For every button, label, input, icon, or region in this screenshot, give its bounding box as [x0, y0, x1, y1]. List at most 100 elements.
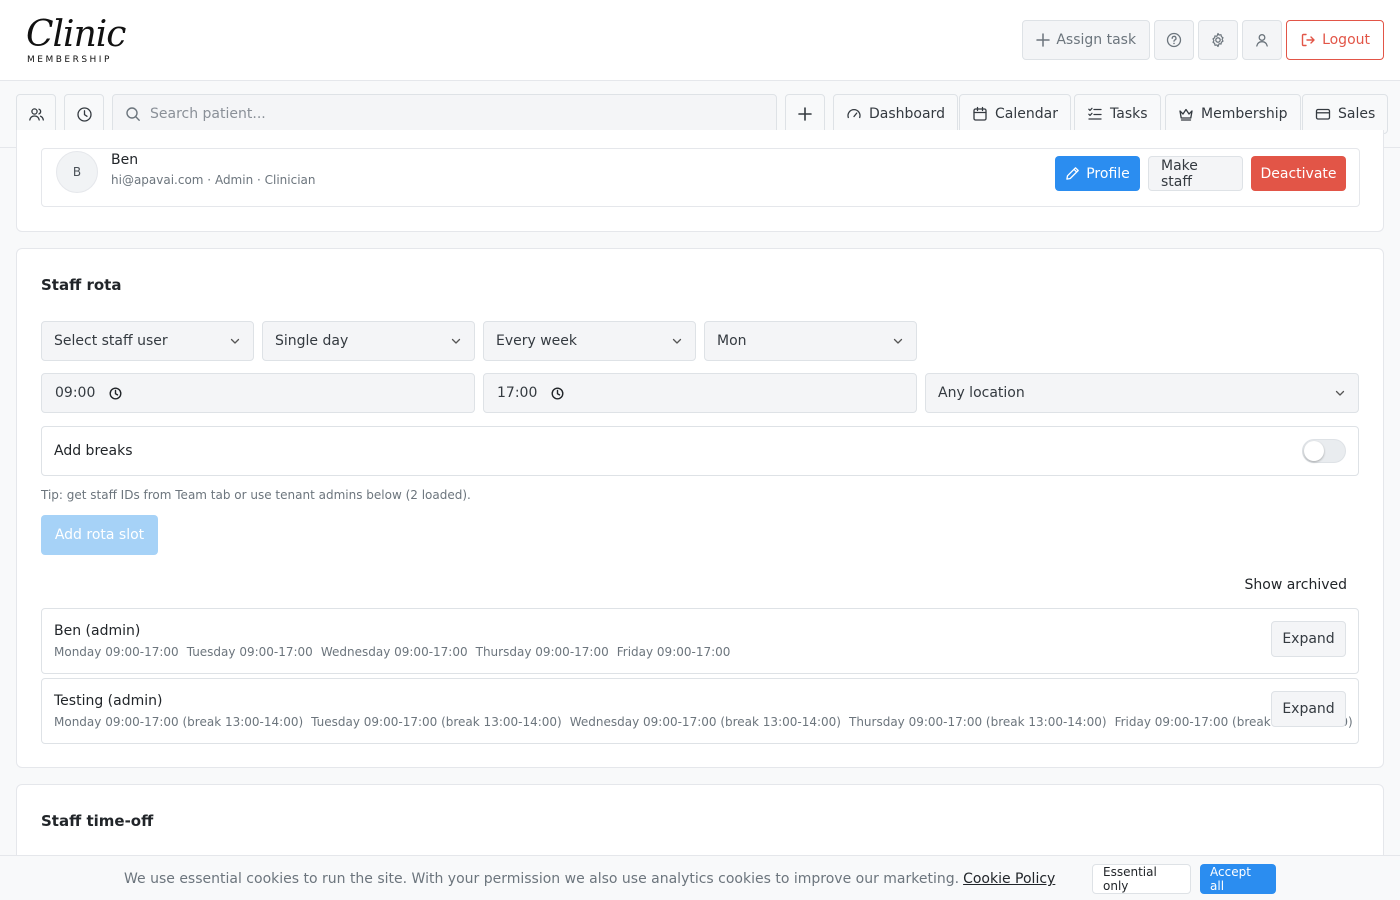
logo-subtitle: MEMBERSHIP — [27, 55, 112, 65]
user-name: Ben — [111, 152, 139, 168]
nav-tasks[interactable]: Tasks — [1074, 94, 1161, 134]
rota-slot: Friday 09:00-17:00 — [616, 645, 731, 659]
user-row: B Ben hi@apavai.com · Admin · Clinician … — [41, 148, 1360, 207]
rota-schedule: Monday 09:00-17:00 Tuesday 09:00-17:00 W… — [54, 645, 730, 659]
clinic-logo[interactable]: Clinic MEMBERSHIP — [18, 8, 131, 68]
staff-rota-title: Staff rota — [41, 276, 122, 294]
top-header: Clinic MEMBERSHIP Assign task Logout — [0, 0, 1400, 81]
nav-dashboard[interactable]: Dashboard — [833, 94, 958, 134]
gear-icon — [1210, 32, 1226, 48]
nav-tasks-label: Tasks — [1110, 106, 1148, 122]
clock-icon — [76, 106, 93, 123]
assign-task-button[interactable]: Assign task — [1022, 20, 1151, 60]
help-button[interactable] — [1154, 20, 1195, 60]
history-button[interactable] — [64, 94, 104, 134]
make-staff-button[interactable]: Make staff — [1148, 156, 1243, 191]
profile-button[interactable]: Profile — [1055, 156, 1140, 191]
start-time-value: 09:00 — [55, 385, 96, 401]
calendar-icon — [972, 106, 988, 122]
deactivate-button[interactable]: Deactivate — [1251, 156, 1346, 191]
expand-button[interactable]: Expand — [1271, 621, 1346, 657]
end-time-value: 17:00 — [497, 385, 538, 401]
add-breaks-label: Add breaks — [54, 443, 133, 459]
chevron-down-icon — [671, 335, 683, 347]
nav-membership-label: Membership — [1201, 106, 1288, 122]
users-icon — [28, 106, 45, 123]
nav-dashboard-label: Dashboard — [869, 106, 945, 122]
rota-slot: Monday 09:00-17:00 — [54, 645, 179, 659]
plus-icon — [798, 107, 812, 121]
nav-calendar[interactable]: Calendar — [959, 94, 1071, 134]
search-box — [112, 94, 777, 134]
cookie-message: We use essential cookies to run the site… — [124, 871, 960, 887]
pencil-icon — [1065, 166, 1080, 181]
tasks-icon — [1087, 106, 1103, 122]
chevron-down-icon — [892, 335, 904, 347]
rota-tip: Tip: get staff IDs from Team tab or use … — [41, 488, 471, 502]
weekday-select[interactable]: Mon — [704, 321, 917, 361]
repeat-select[interactable]: Every week — [483, 321, 696, 361]
clock-icon — [551, 386, 564, 400]
settings-button[interactable] — [1198, 20, 1239, 60]
rota-schedule: Monday 09:00-17:00 (break 13:00-14:00) T… — [54, 715, 1353, 729]
rota-slot: Tuesday 09:00-17:00 (break 13:00-14:00) — [311, 715, 562, 729]
avatar: B — [56, 151, 98, 193]
day-mode-select-value: Single day — [275, 333, 349, 349]
rota-slot: Tuesday 09:00-17:00 — [186, 645, 313, 659]
location-select-value: Any location — [938, 385, 1025, 401]
nav-membership[interactable]: Membership — [1165, 94, 1301, 134]
account-button[interactable] — [1242, 20, 1283, 60]
rota-staff-name: Testing (admin) — [54, 693, 163, 709]
add-breaks-row: Add breaks — [41, 426, 1359, 476]
rota-row: Ben (admin) Monday 09:00-17:00 Tuesday 0… — [41, 608, 1359, 674]
add-patient-button[interactable] — [785, 94, 825, 134]
rota-staff-name: Ben (admin) — [54, 623, 141, 639]
end-time-input[interactable]: 17:00 — [483, 373, 917, 413]
rota-slot: Wednesday 09:00-17:00 (break 13:00-14:00… — [569, 715, 841, 729]
start-time-input[interactable]: 09:00 — [41, 373, 475, 413]
accept-all-button[interactable]: Accept all — [1200, 864, 1276, 894]
chevron-down-icon — [450, 335, 462, 347]
logout-label: Logout — [1322, 32, 1370, 48]
chevron-down-icon — [1334, 387, 1346, 399]
plus-icon — [1036, 33, 1051, 47]
clock-icon — [109, 386, 122, 400]
assign-task-label: Assign task — [1056, 32, 1137, 48]
cookie-policy-link[interactable]: Cookie Policy — [963, 871, 1055, 887]
user-meta: hi@apavai.com · Admin · Clinician — [111, 173, 316, 187]
patients-button[interactable] — [16, 94, 56, 134]
gauge-icon — [846, 106, 862, 122]
header-actions: Assign task Logout — [1022, 20, 1384, 60]
cookie-banner: We use essential cookies to run the site… — [0, 855, 1400, 900]
location-select[interactable]: Any location — [925, 373, 1359, 413]
user-icon — [1254, 32, 1270, 48]
rota-row: Testing (admin) Monday 09:00-17:00 (brea… — [41, 678, 1359, 744]
logout-button[interactable]: Logout — [1286, 20, 1384, 60]
card-icon — [1315, 106, 1331, 122]
nav-sales-label: Sales — [1338, 106, 1376, 122]
logout-icon — [1300, 32, 1316, 48]
nav-calendar-label: Calendar — [995, 106, 1058, 122]
nav-sales[interactable]: Sales — [1302, 94, 1389, 134]
day-mode-select[interactable]: Single day — [262, 321, 475, 361]
repeat-select-value: Every week — [496, 333, 578, 349]
staff-user-select[interactable]: Select staff user — [41, 321, 254, 361]
add-breaks-toggle[interactable] — [1302, 439, 1346, 463]
crown-icon — [1178, 106, 1194, 122]
rota-slot: Wednesday 09:00-17:00 — [320, 645, 468, 659]
search-icon — [125, 106, 141, 122]
rota-slot: Monday 09:00-17:00 (break 13:00-14:00) — [54, 715, 304, 729]
essential-only-button[interactable]: Essential only — [1092, 864, 1191, 894]
search-patient-input[interactable] — [150, 106, 750, 122]
rota-slot: Thursday 09:00-17:00 — [475, 645, 609, 659]
staff-user-select-value: Select staff user — [54, 333, 168, 349]
show-archived-link[interactable]: Show archived — [1245, 577, 1348, 593]
chevron-down-icon — [229, 335, 241, 347]
add-rota-slot-button[interactable]: Add rota slot — [41, 515, 158, 555]
rota-slot: Thursday 09:00-17:00 (break 13:00-14:00) — [848, 715, 1107, 729]
weekday-select-value: Mon — [717, 333, 747, 349]
expand-button[interactable]: Expand — [1271, 691, 1346, 727]
profile-label: Profile — [1086, 165, 1130, 182]
logo-script: Clinic — [26, 14, 126, 55]
cookie-text-wrap: We use essential cookies to run the site… — [124, 871, 1055, 887]
